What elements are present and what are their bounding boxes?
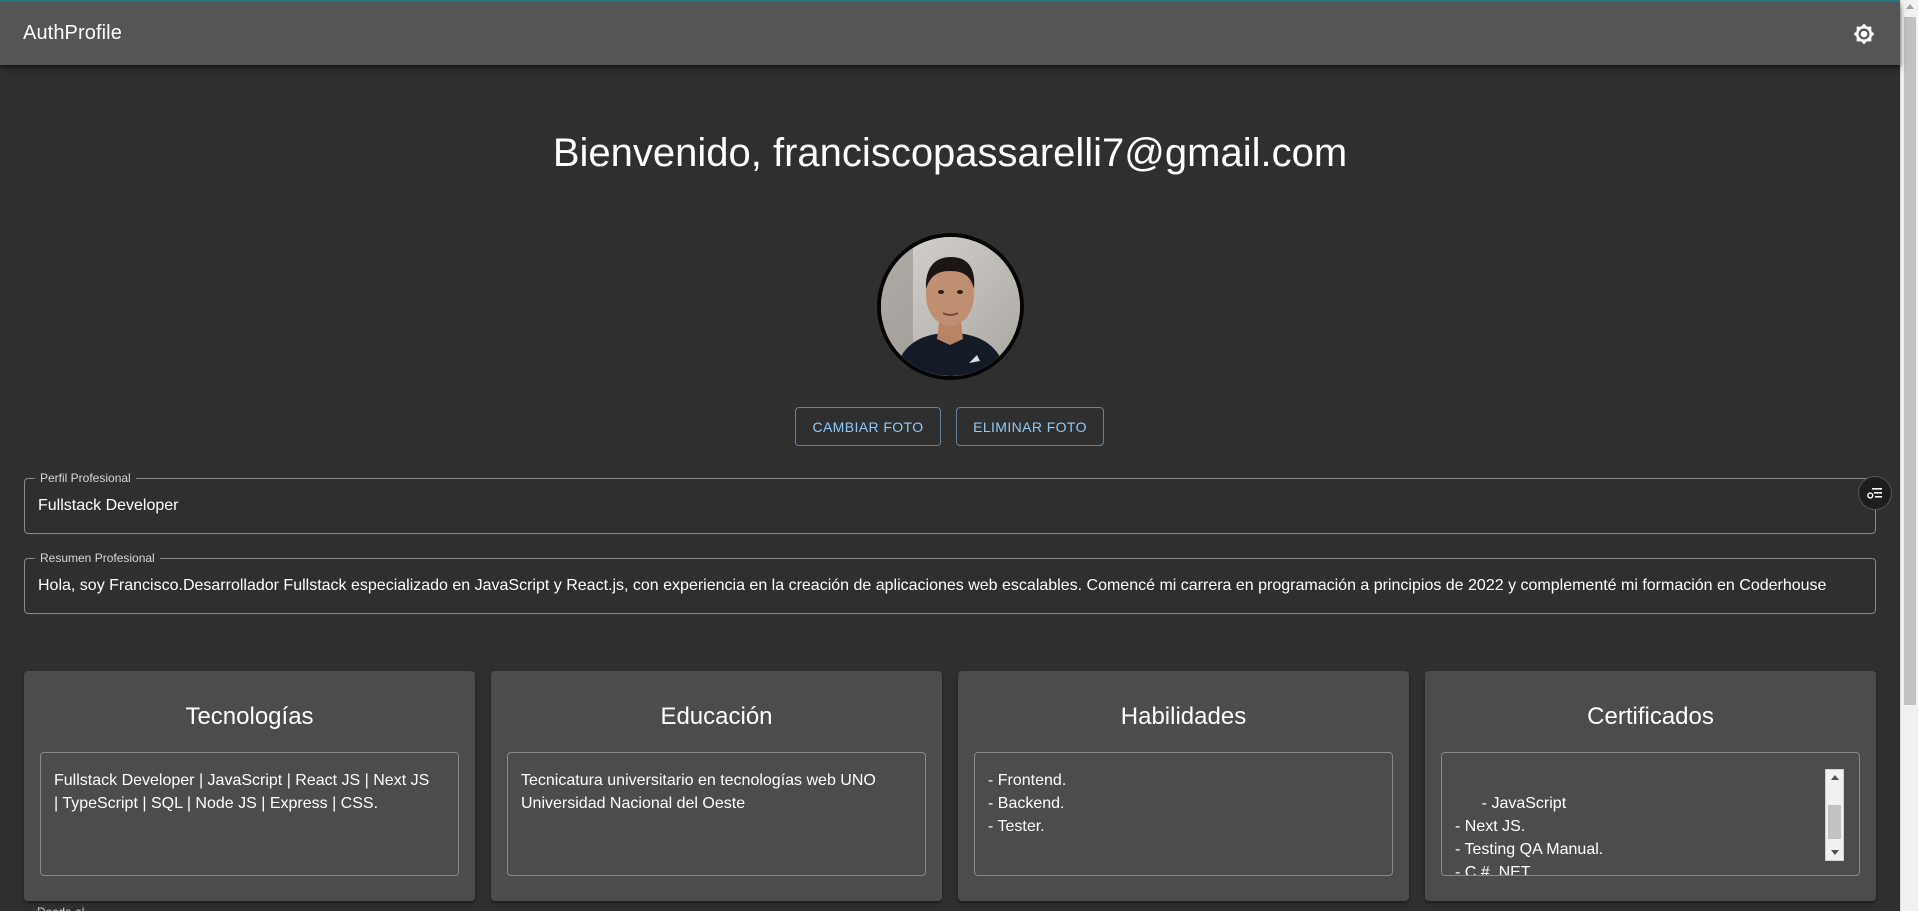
card-textarea[interactable]: - JavaScript - Next JS. - Testing QA Man… xyxy=(1441,752,1860,876)
professional-summary-value[interactable]: Hola, soy Francisco.Desarrollador Fullst… xyxy=(38,577,1862,595)
next-section-label: Desde el xyxy=(37,906,84,911)
brightness-icon xyxy=(1853,23,1875,44)
theme-toggle-button[interactable] xyxy=(1848,18,1880,50)
professional-profile-value[interactable]: Fullstack Developer xyxy=(38,497,1862,515)
page-scrollbar[interactable] xyxy=(1900,0,1918,911)
scroll-down-arrow-icon[interactable] xyxy=(1831,850,1839,855)
card-skills: Habilidades - Frontend. - Backend. - Tes… xyxy=(958,671,1409,901)
settings-list-icon xyxy=(1867,488,1882,499)
scroll-up-arrow-icon[interactable] xyxy=(1831,775,1839,780)
avatar xyxy=(877,233,1024,380)
card-textarea[interactable]: Tecnicatura universitario en tecnologías… xyxy=(507,752,926,876)
scroll-up-arrow-icon[interactable] xyxy=(1906,4,1914,9)
textarea-scrollbar[interactable] xyxy=(1825,769,1844,861)
card-education: Educación Tecnicatura universitario en t… xyxy=(491,671,942,901)
card-title: Educación xyxy=(660,703,773,730)
app-title: AuthProfile xyxy=(23,22,122,44)
page-scrollbar-thumb[interactable] xyxy=(1904,17,1916,705)
textarea-scrollbar-thumb[interactable] xyxy=(1828,805,1841,839)
card-technologies: Tecnologías Fullstack Developer | JavaSc… xyxy=(24,671,475,901)
certificates-text: - JavaScript - Next JS. - Testing QA Man… xyxy=(1455,795,1604,876)
card-certificates: Certificados - JavaScript - Next JS. - T… xyxy=(1425,671,1876,901)
profile-photo xyxy=(881,237,1020,376)
card-title: Certificados xyxy=(1587,703,1714,730)
welcome-heading: Bienvenido, franciscopassarelli7@gmail.c… xyxy=(552,131,1348,175)
app-bar: AuthProfile xyxy=(0,2,1900,65)
professional-summary-label: Resumen Profesional xyxy=(35,551,160,565)
delete-photo-button[interactable]: ELIMINAR FOTO xyxy=(956,407,1104,446)
professional-summary-field[interactable]: Resumen Profesional Hola, soy Francisco.… xyxy=(24,551,1876,614)
card-textarea[interactable]: Fullstack Developer | JavaScript | React… xyxy=(40,752,459,876)
settings-fab-button[interactable] xyxy=(1858,476,1892,510)
professional-profile-label: Perfil Profesional xyxy=(35,471,136,485)
change-photo-button[interactable]: CAMBIAR FOTO xyxy=(795,407,941,446)
main-content: Bienvenido, franciscopassarelli7@gmail.c… xyxy=(0,65,1900,911)
professional-profile-field[interactable]: Perfil Profesional Fullstack Developer xyxy=(24,471,1876,534)
card-title: Habilidades xyxy=(1120,703,1247,730)
card-textarea[interactable]: - Frontend. - Backend. - Tester. xyxy=(974,752,1393,876)
card-title: Tecnologías xyxy=(185,703,314,730)
